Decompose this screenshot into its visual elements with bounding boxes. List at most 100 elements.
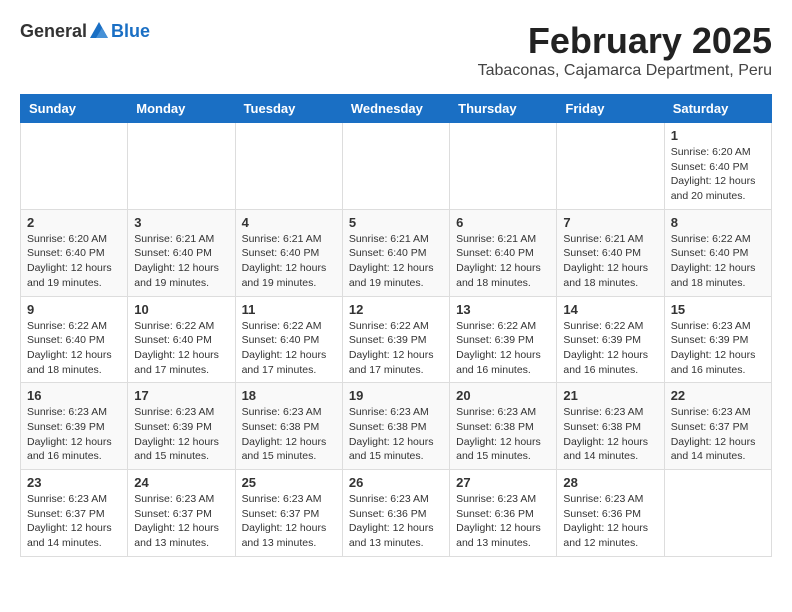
week-row-2: 2 Sunrise: 6:20 AM Sunset: 6:40 PM Daylig… <box>21 209 772 296</box>
calendar-header: February 2025 Tabaconas, Cajamarca Depar… <box>478 20 772 80</box>
calendar-cell: 8 Sunrise: 6:22 AM Sunset: 6:40 PM Daylig… <box>664 209 771 296</box>
calendar-cell: 26 Sunrise: 6:23 AM Sunset: 6:36 PM Dayli… <box>342 470 449 557</box>
day-header-saturday: Saturday <box>664 95 771 123</box>
day-info: Sunrise: 6:22 AM Sunset: 6:40 PM Dayligh… <box>27 319 121 378</box>
calendar-cell: 11 Sunrise: 6:22 AM Sunset: 6:40 PM Dayli… <box>235 296 342 383</box>
day-number: 11 <box>242 302 336 317</box>
calendar-cell <box>235 123 342 210</box>
calendar-cell: 5 Sunrise: 6:21 AM Sunset: 6:40 PM Daylig… <box>342 209 449 296</box>
calendar-cell: 6 Sunrise: 6:21 AM Sunset: 6:40 PM Daylig… <box>450 209 557 296</box>
logo-icon <box>88 20 110 42</box>
day-info: Sunrise: 6:22 AM Sunset: 6:39 PM Dayligh… <box>456 319 550 378</box>
day-info: Sunrise: 6:21 AM Sunset: 6:40 PM Dayligh… <box>349 232 443 291</box>
day-info: Sunrise: 6:22 AM Sunset: 6:40 PM Dayligh… <box>671 232 765 291</box>
day-number: 10 <box>134 302 228 317</box>
day-header-thursday: Thursday <box>450 95 557 123</box>
day-info: Sunrise: 6:23 AM Sunset: 6:36 PM Dayligh… <box>349 492 443 551</box>
day-info: Sunrise: 6:23 AM Sunset: 6:37 PM Dayligh… <box>27 492 121 551</box>
calendar-cell: 20 Sunrise: 6:23 AM Sunset: 6:38 PM Dayli… <box>450 383 557 470</box>
day-number: 15 <box>671 302 765 317</box>
day-number: 19 <box>349 388 443 403</box>
calendar-cell: 16 Sunrise: 6:23 AM Sunset: 6:39 PM Dayli… <box>21 383 128 470</box>
week-row-5: 23Sunrise: 6:23 AM Sunset: 6:37 PM Dayli… <box>21 470 772 557</box>
logo-blue: Blue <box>111 21 150 42</box>
day-header-sunday: Sunday <box>21 95 128 123</box>
calendar-cell <box>557 123 664 210</box>
day-number: 26 <box>349 475 443 490</box>
day-info: Sunrise: 6:23 AM Sunset: 6:39 PM Dayligh… <box>671 319 765 378</box>
calendar-subtitle: Tabaconas, Cajamarca Department, Peru <box>478 62 772 80</box>
day-number: 8 <box>671 215 765 230</box>
day-number: 3 <box>134 215 228 230</box>
calendar-cell: 17 Sunrise: 6:23 AM Sunset: 6:39 PM Dayli… <box>128 383 235 470</box>
calendar-cell: 21 Sunrise: 6:23 AM Sunset: 6:38 PM Dayli… <box>557 383 664 470</box>
day-number: 17 <box>134 388 228 403</box>
calendar-cell: 2 Sunrise: 6:20 AM Sunset: 6:40 PM Daylig… <box>21 209 128 296</box>
calendar-cell <box>128 123 235 210</box>
day-number: 1 <box>671 128 765 143</box>
day-header-monday: Monday <box>128 95 235 123</box>
calendar-cell: 18Sunrise: 6:23 AM Sunset: 6:38 PM Dayli… <box>235 383 342 470</box>
day-info: Sunrise: 6:22 AM Sunset: 6:40 PM Dayligh… <box>242 319 336 378</box>
day-number: 5 <box>349 215 443 230</box>
day-info: Sunrise: 6:21 AM Sunset: 6:40 PM Dayligh… <box>456 232 550 291</box>
day-number: 4 <box>242 215 336 230</box>
calendar-cell: 28 Sunrise: 6:23 AM Sunset: 6:36 PM Dayli… <box>557 470 664 557</box>
day-info: Sunrise: 6:23 AM Sunset: 6:36 PM Dayligh… <box>456 492 550 551</box>
day-info: Sunrise: 6:22 AM Sunset: 6:40 PM Dayligh… <box>134 319 228 378</box>
day-info: Sunrise: 6:23 AM Sunset: 6:38 PM Dayligh… <box>349 405 443 464</box>
calendar-cell: 3Sunrise: 6:21 AM Sunset: 6:40 PM Daylig… <box>128 209 235 296</box>
day-header-friday: Friday <box>557 95 664 123</box>
logo: General Blue <box>20 20 150 42</box>
day-info: Sunrise: 6:23 AM Sunset: 6:38 PM Dayligh… <box>456 405 550 464</box>
day-info: Sunrise: 6:23 AM Sunset: 6:39 PM Dayligh… <box>134 405 228 464</box>
calendar-cell: 27 Sunrise: 6:23 AM Sunset: 6:36 PM Dayli… <box>450 470 557 557</box>
day-number: 25 <box>242 475 336 490</box>
calendar-cell <box>21 123 128 210</box>
day-number: 27 <box>456 475 550 490</box>
calendar-cell <box>450 123 557 210</box>
day-number: 12 <box>349 302 443 317</box>
calendar-cell: 7Sunrise: 6:21 AM Sunset: 6:40 PM Daylig… <box>557 209 664 296</box>
day-number: 18 <box>242 388 336 403</box>
calendar-cell: 25 Sunrise: 6:23 AM Sunset: 6:37 PM Dayli… <box>235 470 342 557</box>
calendar-cell: 9 Sunrise: 6:22 AM Sunset: 6:40 PM Daylig… <box>21 296 128 383</box>
day-header-wednesday: Wednesday <box>342 95 449 123</box>
calendar-cell: 4 Sunrise: 6:21 AM Sunset: 6:40 PM Daylig… <box>235 209 342 296</box>
day-number: 9 <box>27 302 121 317</box>
calendar-title: February 2025 <box>478 20 772 62</box>
week-row-1: 1 Sunrise: 6:20 AM Sunset: 6:40 PM Daylig… <box>21 123 772 210</box>
day-info: Sunrise: 6:23 AM Sunset: 6:37 PM Dayligh… <box>242 492 336 551</box>
day-info: Sunrise: 6:23 AM Sunset: 6:39 PM Dayligh… <box>27 405 121 464</box>
day-info: Sunrise: 6:22 AM Sunset: 6:39 PM Dayligh… <box>349 319 443 378</box>
day-info: Sunrise: 6:22 AM Sunset: 6:39 PM Dayligh… <box>563 319 657 378</box>
day-number: 16 <box>27 388 121 403</box>
day-info: Sunrise: 6:23 AM Sunset: 6:37 PM Dayligh… <box>134 492 228 551</box>
day-number: 14 <box>563 302 657 317</box>
week-row-4: 16 Sunrise: 6:23 AM Sunset: 6:39 PM Dayli… <box>21 383 772 470</box>
day-number: 20 <box>456 388 550 403</box>
calendar-cell: 12 Sunrise: 6:22 AM Sunset: 6:39 PM Dayli… <box>342 296 449 383</box>
calendar-cell: 13Sunrise: 6:22 AM Sunset: 6:39 PM Dayli… <box>450 296 557 383</box>
day-number: 22 <box>671 388 765 403</box>
week-row-3: 9 Sunrise: 6:22 AM Sunset: 6:40 PM Daylig… <box>21 296 772 383</box>
calendar-cell: 24Sunrise: 6:23 AM Sunset: 6:37 PM Dayli… <box>128 470 235 557</box>
day-number: 28 <box>563 475 657 490</box>
day-info: Sunrise: 6:23 AM Sunset: 6:36 PM Dayligh… <box>563 492 657 551</box>
day-info: Sunrise: 6:21 AM Sunset: 6:40 PM Dayligh… <box>242 232 336 291</box>
calendar-table: SundayMondayTuesdayWednesdayThursdayFrid… <box>20 94 772 557</box>
logo-general: General <box>20 21 87 42</box>
calendar-cell: 22 Sunrise: 6:23 AM Sunset: 6:37 PM Dayli… <box>664 383 771 470</box>
calendar-cell <box>664 470 771 557</box>
day-info: Sunrise: 6:23 AM Sunset: 6:38 PM Dayligh… <box>563 405 657 464</box>
day-info: Sunrise: 6:20 AM Sunset: 6:40 PM Dayligh… <box>27 232 121 291</box>
calendar-cell: 19 Sunrise: 6:23 AM Sunset: 6:38 PM Dayli… <box>342 383 449 470</box>
day-number: 6 <box>456 215 550 230</box>
day-info: Sunrise: 6:20 AM Sunset: 6:40 PM Dayligh… <box>671 145 765 204</box>
calendar-cell: 1 Sunrise: 6:20 AM Sunset: 6:40 PM Daylig… <box>664 123 771 210</box>
calendar-cell <box>342 123 449 210</box>
day-info: Sunrise: 6:23 AM Sunset: 6:37 PM Dayligh… <box>671 405 765 464</box>
day-number: 2 <box>27 215 121 230</box>
calendar-cell: 14 Sunrise: 6:22 AM Sunset: 6:39 PM Dayli… <box>557 296 664 383</box>
day-number: 21 <box>563 388 657 403</box>
